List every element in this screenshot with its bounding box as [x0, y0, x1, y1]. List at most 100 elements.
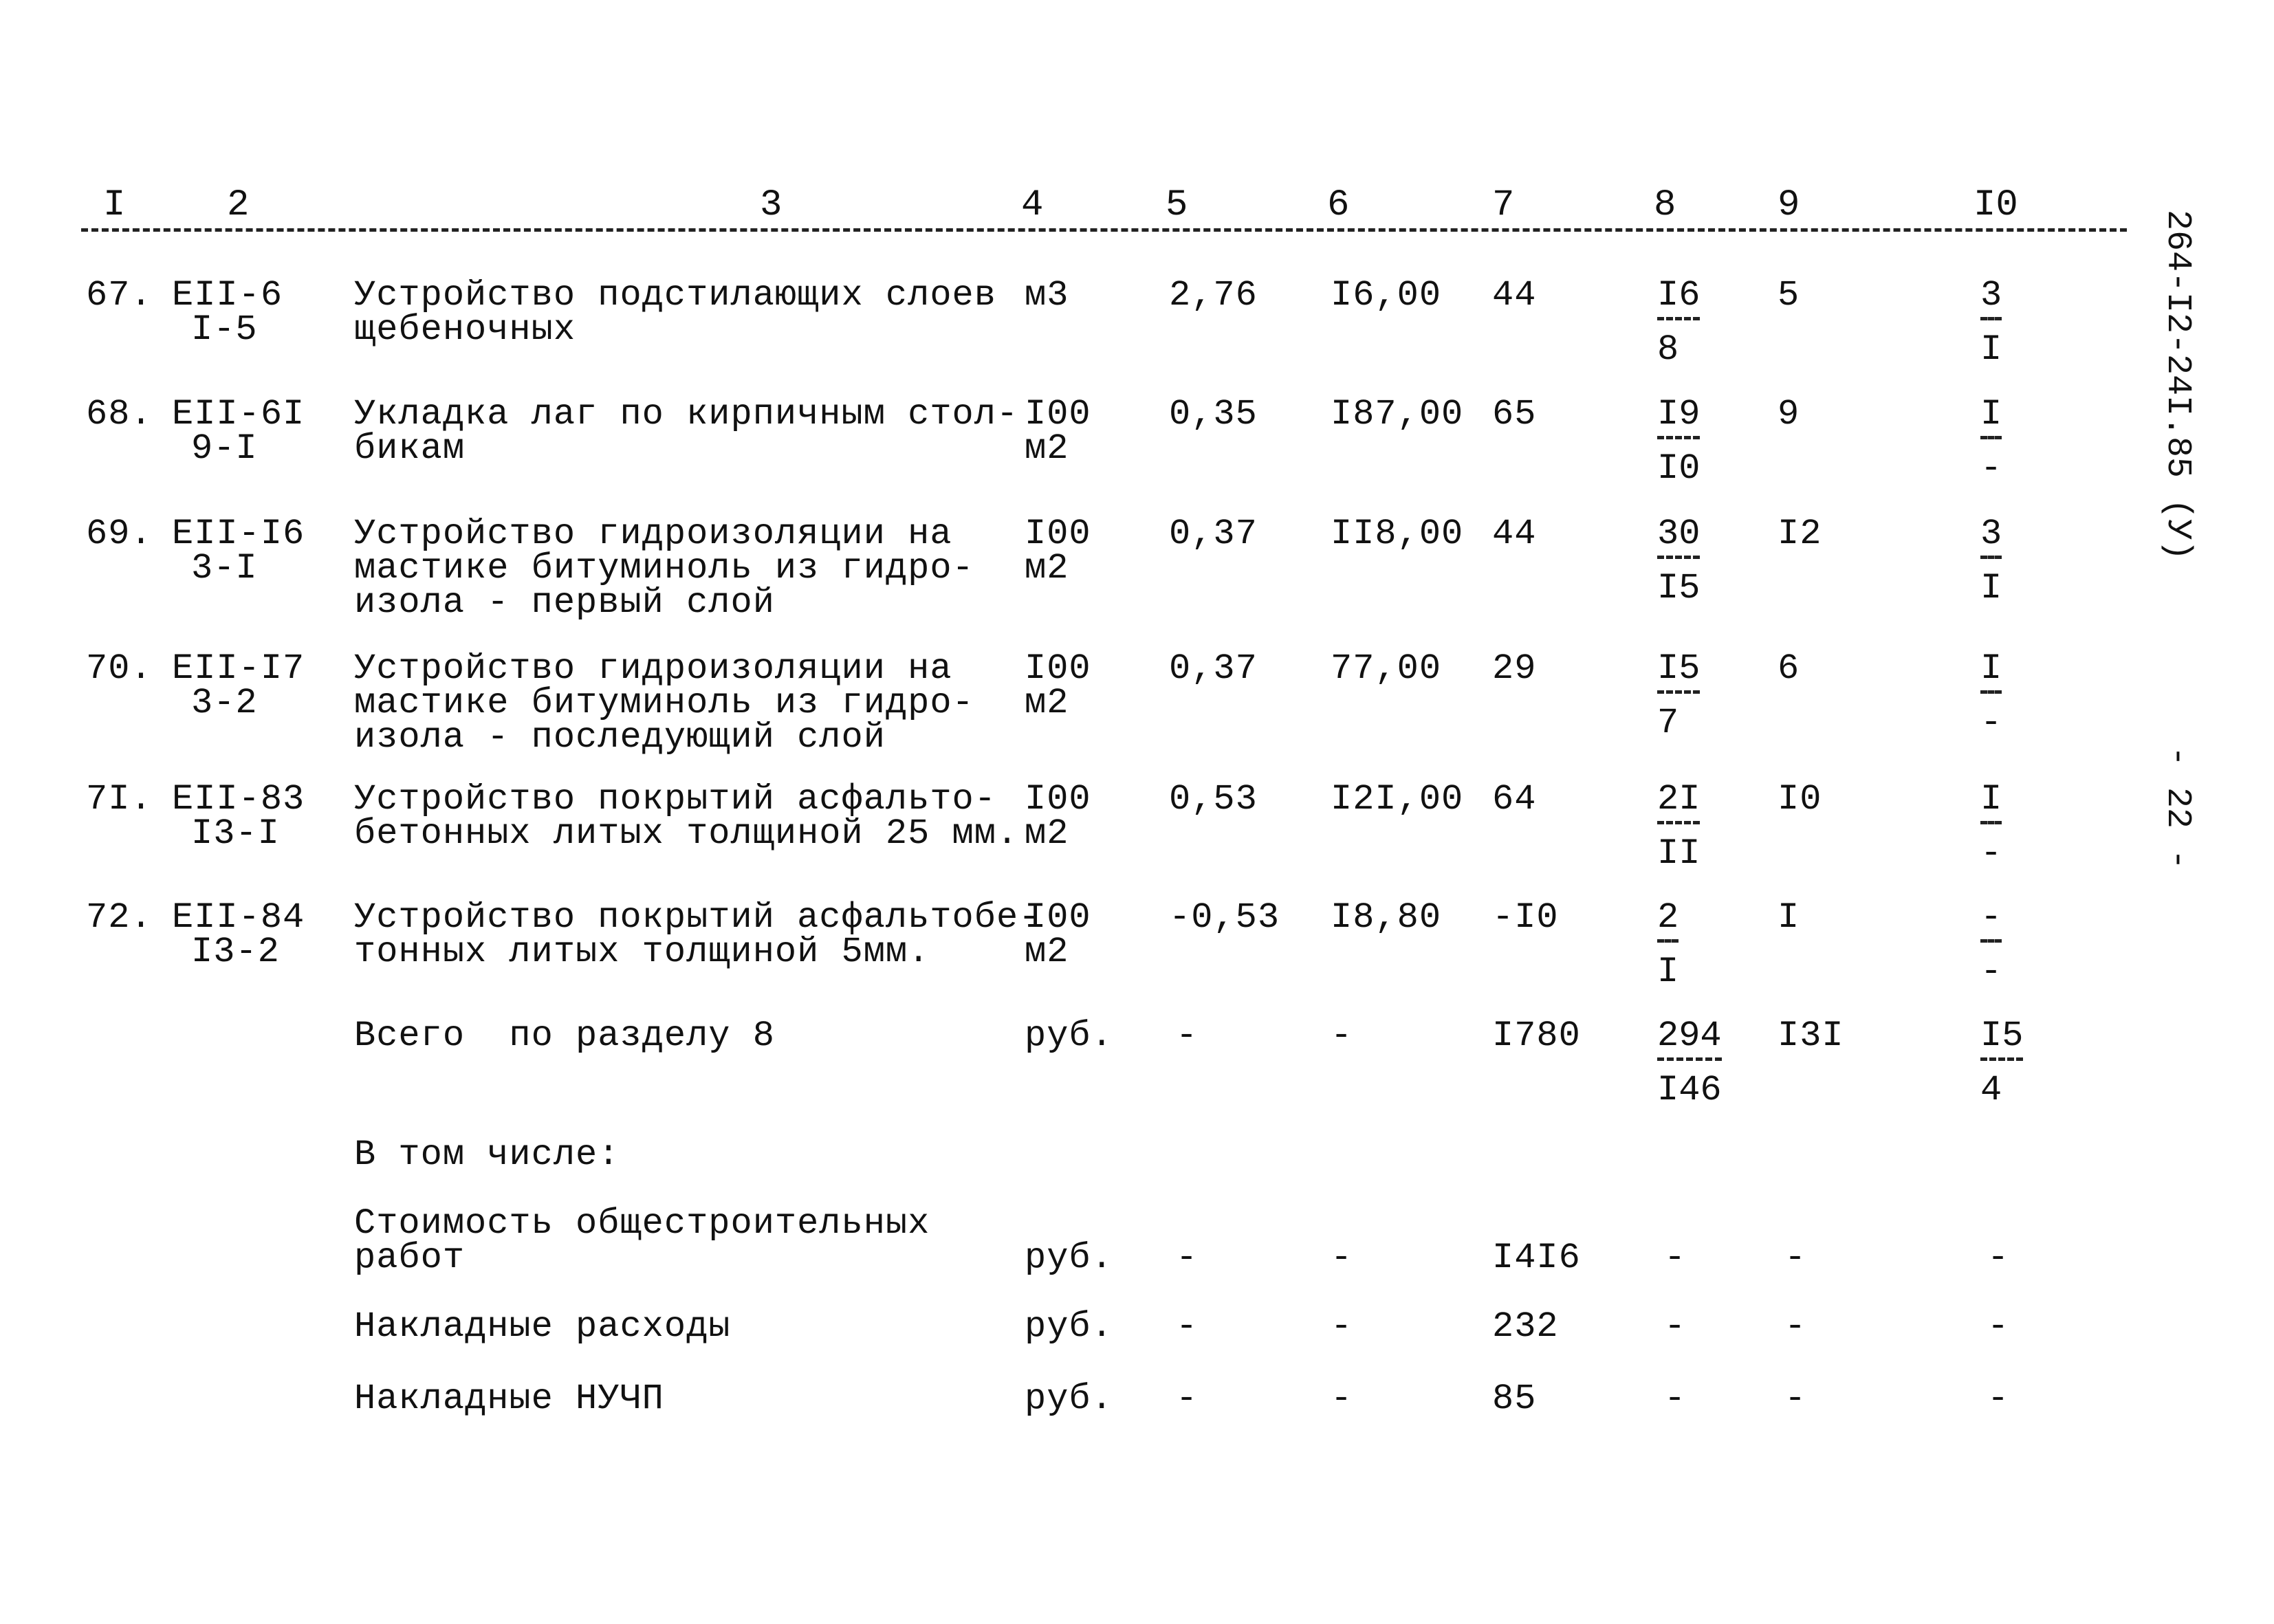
unit: руб.: [1025, 1016, 1113, 1056]
wages-numerator: 294: [1657, 1018, 1722, 1061]
col10-denominator: -: [1980, 448, 2002, 489]
breakdown-label: Стоимость общестроительных: [354, 1203, 930, 1244]
col10-value: -: [1987, 1238, 2010, 1278]
total-cost: 85: [1492, 1379, 1537, 1419]
page-number: - 22 -: [2158, 746, 2197, 870]
col10-fraction: - -: [1980, 900, 2002, 990]
norm-code: ЕII-6: [172, 275, 283, 316]
unit: м3: [1025, 275, 1069, 316]
unit-price: II8,00: [1331, 514, 1464, 554]
col9-value: I0: [1778, 779, 1822, 820]
work-description-line: Устройство покрытий асфальто-: [354, 779, 996, 820]
header-col-9: 9: [1778, 184, 1800, 226]
col10-denominator: I: [1980, 568, 2002, 608]
unit: I00: [1025, 897, 1091, 938]
col10-numerator: I5: [1980, 1018, 2024, 1061]
unit: руб.: [1025, 1379, 1113, 1419]
col10-numerator: 3: [1980, 516, 2002, 559]
unit-price: -: [1331, 1379, 1353, 1419]
wages-fraction: I9 I0: [1657, 397, 1701, 489]
work-description-line: мастике битуминоль из гидро-: [354, 683, 974, 723]
quantity: -0,53: [1169, 897, 1280, 938]
unit: руб.: [1025, 1238, 1113, 1278]
unit: м2: [1025, 683, 1069, 723]
unit: I00: [1025, 779, 1091, 820]
unit: I00: [1025, 514, 1091, 554]
breakdown-label: Накладные НУЧП: [354, 1379, 664, 1419]
col9-value: 5: [1778, 275, 1800, 316]
work-description-line: Укладка лаг по кирпичным стол-: [354, 394, 1019, 435]
wages-value: -: [1664, 1238, 1687, 1278]
wages-numerator: I5: [1657, 651, 1701, 694]
col10-fraction: I -: [1980, 397, 2002, 489]
col10-denominator: -: [1980, 833, 2002, 874]
col10-numerator: I: [1980, 782, 2002, 824]
header-col-4: 4: [1021, 184, 1044, 226]
norm-subcode: I3-2: [191, 932, 280, 972]
document-code: 264-I2-24I.85 (У): [2158, 210, 2197, 561]
work-description-line: Устройство гидроизоляции на: [354, 514, 952, 554]
unit-price: I2I,00: [1331, 779, 1464, 820]
col10-value: -: [1987, 1306, 2010, 1347]
col10-fraction: 3 I: [1980, 516, 2002, 608]
total-cost: -I0: [1492, 897, 1559, 938]
wages-value: -: [1664, 1306, 1687, 1347]
col10-fraction: I -: [1980, 782, 2002, 874]
total-cost: I4I6: [1492, 1238, 1581, 1278]
col10-denominator: -: [1980, 703, 2002, 743]
unit-price: 77,00: [1331, 648, 1442, 689]
row-number: 72.: [86, 897, 153, 938]
work-description-line: Устройство покрытий асфальтобе-: [354, 897, 1041, 938]
wages-fraction: 294 I46: [1657, 1018, 1722, 1108]
col9-value: I3I: [1778, 1016, 1844, 1056]
wages-denominator: I5: [1657, 568, 1701, 608]
wages-numerator: I6: [1657, 278, 1701, 320]
col9-value: I: [1778, 897, 1800, 938]
unit-price: I8,80: [1331, 897, 1442, 938]
row-number: 7I.: [86, 779, 153, 820]
total-cost: 64: [1492, 779, 1537, 820]
col10-numerator: 3: [1980, 278, 2002, 320]
work-description-line: Устройство подстилающих слоев: [354, 275, 996, 316]
work-description-line: бетонных литых толщиной 25 мм.: [354, 813, 1019, 854]
wages-numerator: I9: [1657, 397, 1701, 439]
header-col-8: 8: [1654, 184, 1676, 226]
work-description-line: мастике битуминоль из гидро-: [354, 548, 974, 589]
row-number: 69.: [86, 514, 153, 554]
work-description-line: щебеночных: [354, 309, 576, 350]
header-col-6: 6: [1327, 184, 1350, 226]
col9-value: -: [1784, 1379, 1807, 1419]
norm-subcode: I3-I: [191, 813, 280, 854]
header-col-5: 5: [1166, 184, 1188, 226]
wages-fraction: I5 7: [1657, 651, 1701, 743]
col10-numerator: -: [1980, 900, 2002, 943]
norm-code: ЕII-84: [172, 897, 305, 938]
total-cost: 29: [1492, 648, 1537, 689]
quantity: -: [1176, 1238, 1199, 1278]
breakdown-label: работ: [354, 1238, 466, 1278]
col10-value: -: [1987, 1379, 2010, 1419]
total-cost: 44: [1492, 275, 1537, 316]
col9-value: I2: [1778, 514, 1822, 554]
section-total-label: Всего по разделу 8: [354, 1016, 775, 1056]
wages-denominator: I: [1657, 952, 1679, 992]
quantity: 2,76: [1169, 275, 1258, 316]
wages-value: -: [1664, 1379, 1687, 1419]
row-number: 70.: [86, 648, 153, 689]
header-col-3: 3: [760, 184, 783, 226]
wages-numerator: 2I: [1657, 782, 1701, 824]
breakdown-label: Накладные расходы: [354, 1306, 731, 1347]
wages-denominator: II: [1657, 833, 1701, 874]
wages-denominator: I0: [1657, 448, 1701, 489]
unit: I00: [1025, 648, 1091, 689]
col9-value: 9: [1778, 394, 1800, 435]
wages-fraction: 2I II: [1657, 782, 1701, 874]
unit: м2: [1025, 813, 1069, 854]
wages-denominator: 7: [1657, 703, 1679, 743]
header-rule: [81, 228, 2127, 232]
col10-denominator: I: [1980, 329, 2002, 370]
col9-value: -: [1784, 1306, 1807, 1347]
work-description-line: тонных литых толщиной 5мм.: [354, 932, 930, 972]
norm-code: ЕII-83: [172, 779, 305, 820]
norm-subcode: 3-I: [191, 548, 258, 589]
